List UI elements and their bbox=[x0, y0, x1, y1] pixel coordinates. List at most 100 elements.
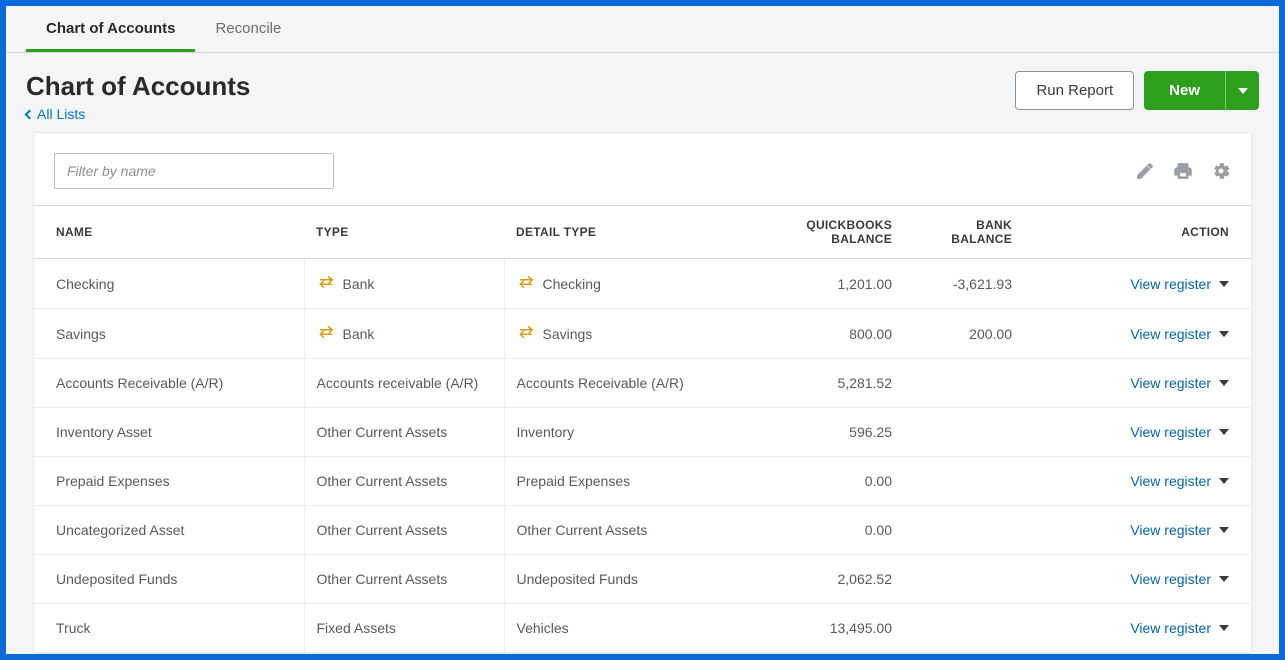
cell-name: Undeposited Funds bbox=[34, 555, 304, 604]
cell-detail: Checking bbox=[504, 259, 744, 309]
caret-down-icon[interactable] bbox=[1219, 527, 1229, 533]
breadcrumb-label: All Lists bbox=[37, 106, 85, 122]
caret-down-icon[interactable] bbox=[1219, 281, 1229, 287]
caret-down-icon[interactable] bbox=[1219, 331, 1229, 337]
cell-name: Uncategorized Asset bbox=[34, 506, 304, 555]
cell-action: View register bbox=[1024, 457, 1251, 506]
cell-bank-balance bbox=[904, 604, 1024, 653]
cell-type: Other Current Assets bbox=[304, 457, 504, 506]
cell-type: Accounts receivable (A/R) bbox=[304, 359, 504, 408]
view-register-link[interactable]: View register bbox=[1130, 522, 1229, 538]
cell-name: Truck bbox=[34, 604, 304, 653]
view-register-link[interactable]: View register bbox=[1130, 424, 1229, 440]
tab-chart-of-accounts[interactable]: Chart of Accounts bbox=[26, 6, 195, 52]
cell-qb-balance: 5,281.52 bbox=[744, 359, 904, 408]
table-row: Prepaid ExpensesOther Current AssetsPrep… bbox=[34, 457, 1251, 506]
panel-icons bbox=[1135, 161, 1231, 181]
new-button-group: New bbox=[1144, 71, 1259, 110]
caret-down-icon[interactable] bbox=[1219, 625, 1229, 631]
run-report-button[interactable]: Run Report bbox=[1015, 71, 1134, 110]
cell-detail: Savings bbox=[504, 309, 744, 359]
table-row: Undeposited FundsOther Current AssetsUnd… bbox=[34, 555, 1251, 604]
cell-action: View register bbox=[1024, 408, 1251, 457]
transfer-icon bbox=[317, 275, 335, 292]
page-title: Chart of Accounts bbox=[26, 71, 250, 102]
accounts-panel: NAME TYPE DETAIL TYPE QUICKBOOKS BALANCE… bbox=[34, 133, 1251, 653]
accounts-table: NAME TYPE DETAIL TYPE QUICKBOOKS BALANCE… bbox=[34, 205, 1251, 653]
cell-bank-balance bbox=[904, 359, 1024, 408]
table-row: Accounts Receivable (A/R)Accounts receiv… bbox=[34, 359, 1251, 408]
cell-bank-balance: 200.00 bbox=[904, 309, 1024, 359]
cell-qb-balance: 0.00 bbox=[744, 457, 904, 506]
cell-detail: Other Current Assets bbox=[504, 506, 744, 555]
cell-qb-balance: 800.00 bbox=[744, 309, 904, 359]
cell-qb-balance: 13,495.00 bbox=[744, 604, 904, 653]
panel-toolbar bbox=[34, 153, 1251, 205]
cell-bank-balance bbox=[904, 408, 1024, 457]
cell-name: Checking bbox=[34, 259, 304, 309]
table-header-row: NAME TYPE DETAIL TYPE QUICKBOOKS BALANCE… bbox=[34, 206, 1251, 259]
cell-name: Inventory Asset bbox=[34, 408, 304, 457]
cell-qb-balance: 0.00 bbox=[744, 506, 904, 555]
tab-bar: Chart of Accounts Reconcile bbox=[6, 6, 1279, 53]
cell-action: View register bbox=[1024, 555, 1251, 604]
app-frame: Chart of Accounts Reconcile Chart of Acc… bbox=[6, 6, 1279, 654]
page-header: Chart of Accounts All Lists Run Report N… bbox=[6, 53, 1279, 133]
cell-action: View register bbox=[1024, 309, 1251, 359]
gear-icon[interactable] bbox=[1211, 161, 1231, 181]
view-register-link[interactable]: View register bbox=[1130, 571, 1229, 587]
col-detail[interactable]: DETAIL TYPE bbox=[504, 206, 744, 259]
pencil-icon[interactable] bbox=[1135, 161, 1155, 181]
tab-reconcile[interactable]: Reconcile bbox=[195, 6, 301, 52]
print-icon[interactable] bbox=[1173, 161, 1193, 181]
cell-action: View register bbox=[1024, 506, 1251, 555]
new-button-dropdown[interactable] bbox=[1225, 71, 1259, 110]
chevron-left-icon bbox=[25, 110, 35, 120]
cell-qb-balance: 596.25 bbox=[744, 408, 904, 457]
cell-name: Prepaid Expenses bbox=[34, 457, 304, 506]
caret-down-icon[interactable] bbox=[1219, 478, 1229, 484]
filter-input[interactable] bbox=[54, 153, 334, 189]
cell-type: Fixed Assets bbox=[304, 604, 504, 653]
view-register-link[interactable]: View register bbox=[1130, 473, 1229, 489]
col-name[interactable]: NAME bbox=[34, 206, 304, 259]
caret-down-icon[interactable] bbox=[1219, 380, 1229, 386]
cell-detail: Accounts Receivable (A/R) bbox=[504, 359, 744, 408]
cell-bank-balance bbox=[904, 457, 1024, 506]
transfer-icon bbox=[517, 275, 535, 292]
cell-action: View register bbox=[1024, 259, 1251, 309]
col-qb-balance[interactable]: QUICKBOOKS BALANCE bbox=[744, 206, 904, 259]
view-register-link[interactable]: View register bbox=[1130, 375, 1229, 391]
col-type[interactable]: TYPE bbox=[304, 206, 504, 259]
cell-bank-balance: -3,621.93 bbox=[904, 259, 1024, 309]
breadcrumb-all-lists[interactable]: All Lists bbox=[26, 106, 85, 122]
cell-type: Bank bbox=[304, 259, 504, 309]
view-register-link[interactable]: View register bbox=[1130, 620, 1229, 636]
cell-type: Bank bbox=[304, 309, 504, 359]
view-register-link[interactable]: View register bbox=[1130, 326, 1229, 342]
caret-down-icon[interactable] bbox=[1219, 576, 1229, 582]
caret-down-icon[interactable] bbox=[1219, 429, 1229, 435]
cell-detail: Inventory bbox=[504, 408, 744, 457]
cell-type: Other Current Assets bbox=[304, 408, 504, 457]
table-row: SavingsBankSavings800.00200.00View regis… bbox=[34, 309, 1251, 359]
view-register-link[interactable]: View register bbox=[1130, 276, 1229, 292]
transfer-icon bbox=[517, 325, 535, 342]
table-row: Uncategorized AssetOther Current AssetsO… bbox=[34, 506, 1251, 555]
transfer-icon bbox=[317, 325, 335, 342]
col-bank-balance[interactable]: BANK BALANCE bbox=[904, 206, 1024, 259]
new-button[interactable]: New bbox=[1144, 71, 1225, 110]
cell-detail: Undeposited Funds bbox=[504, 555, 744, 604]
cell-detail: Vehicles bbox=[504, 604, 744, 653]
cell-bank-balance bbox=[904, 506, 1024, 555]
cell-name: Savings bbox=[34, 309, 304, 359]
cell-detail: Prepaid Expenses bbox=[504, 457, 744, 506]
cell-name: Accounts Receivable (A/R) bbox=[34, 359, 304, 408]
table-row: Inventory AssetOther Current AssetsInven… bbox=[34, 408, 1251, 457]
cell-action: View register bbox=[1024, 604, 1251, 653]
caret-down-icon bbox=[1238, 88, 1248, 94]
table-row: TruckFixed AssetsVehicles13,495.00 View r… bbox=[34, 604, 1251, 653]
cell-qb-balance: 1,201.00 bbox=[744, 259, 904, 309]
header-actions: Run Report New bbox=[1015, 71, 1259, 110]
cell-type: Other Current Assets bbox=[304, 506, 504, 555]
